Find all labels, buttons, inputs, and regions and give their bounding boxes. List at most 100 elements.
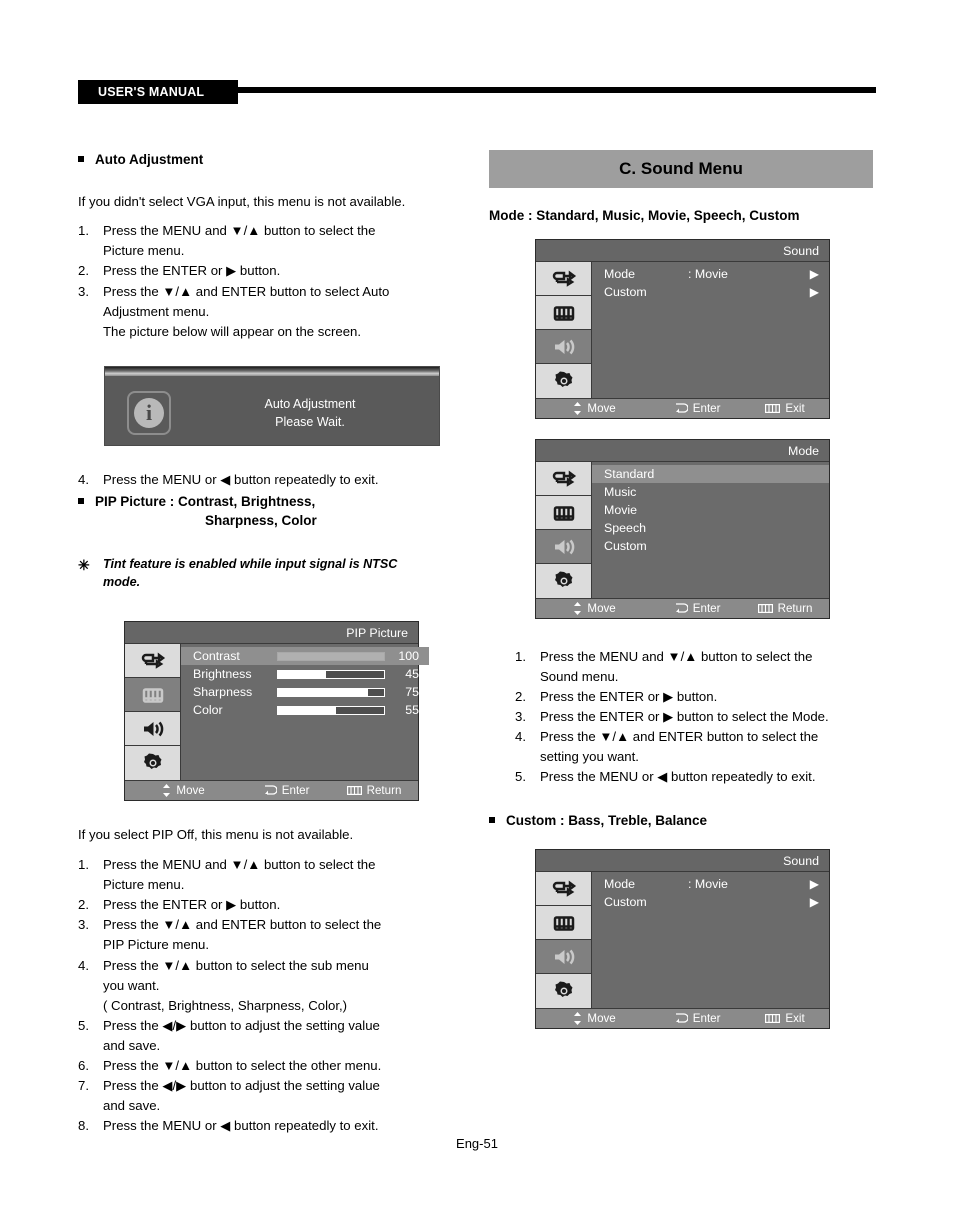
list-item[interactable]: Movie — [592, 501, 829, 519]
manual-tag: USER'S MANUAL — [78, 80, 238, 104]
step-text-cont: PIP Picture menu. — [103, 937, 210, 953]
table-row[interactable]: Color 55 — [181, 701, 429, 719]
slider[interactable] — [277, 669, 385, 679]
header-rule — [238, 87, 876, 93]
osd-enter-hint: Enter — [653, 1012, 741, 1025]
list-item: Sound menu. — [515, 667, 879, 687]
auto-adjustment-steps: 1. Press the MENU and ▼/▲ button to sele… — [78, 221, 476, 341]
setup-icon[interactable] — [125, 746, 180, 781]
osd-move-hint: Move — [536, 1012, 653, 1025]
step-number: 4. — [78, 957, 89, 973]
row-value: 55 — [405, 703, 419, 718]
table-row[interactable]: Custom ▶ — [592, 893, 829, 911]
step-text: Press the ENTER or ▶ button. — [103, 263, 281, 279]
osd-content: Contrast 100 Brightness 45 Sharpness 75 — [181, 644, 429, 780]
sound-icon[interactable] — [536, 530, 591, 564]
setup-icon[interactable] — [536, 564, 591, 598]
table-row[interactable]: Brightness 45 — [181, 665, 429, 683]
dialog-message-line2: Please Wait. — [275, 414, 345, 429]
list-item: ( Contrast, Brightness, Sharpness, Color… — [78, 996, 476, 1016]
picture-icon[interactable] — [536, 906, 591, 940]
updown-arrow-icon — [574, 402, 582, 415]
pip-picture-heading-line2: Sharpness, Color — [205, 513, 317, 529]
list-item: 1. Press the MENU and ▼/▲ button to sele… — [515, 647, 879, 667]
osd-footer: Move Enter Exit — [536, 1008, 829, 1028]
picture-icon[interactable] — [125, 678, 180, 713]
list-item: 3. Press the ▼/▲ and ENTER button to sel… — [78, 282, 476, 302]
step-text: Press the MENU and ▼/▲ button to select … — [103, 223, 376, 239]
info-icon-glyph: i — [134, 397, 164, 428]
step-number: 3. — [78, 917, 89, 933]
chevron-right-icon[interactable]: ▶ — [810, 286, 819, 298]
chevron-right-icon[interactable]: ▶ — [810, 268, 819, 280]
setup-icon[interactable] — [536, 974, 591, 1008]
step-number: 1. — [78, 223, 89, 239]
osd-row-list: Mode : Movie ▶ Custom ▶ — [592, 872, 829, 986]
list-item: Adjustment menu. — [78, 302, 476, 322]
list-item[interactable]: Custom — [592, 537, 829, 555]
list-item[interactable]: Music — [592, 483, 829, 501]
slider[interactable] — [277, 651, 385, 661]
picture-icon[interactable] — [536, 496, 591, 530]
step-text: Press the ▼/▲ and ENTER button to select… — [103, 917, 382, 933]
osd-title-bar: Sound — [536, 240, 829, 262]
step-text-cont: and save. — [103, 1097, 161, 1113]
pip-picture-osd[interactable]: PIP Picture Contrast 100 Brightness 45 S… — [124, 621, 429, 802]
mode-option-label: Standard — [604, 467, 655, 481]
list-item: 3. Press the ENTER or ▶ button to select… — [515, 707, 879, 727]
chevron-right-icon[interactable]: ▶ — [810, 896, 819, 908]
step-text: Press the ▼/▲ and ENTER button to select… — [540, 729, 819, 745]
source-icon[interactable] — [536, 262, 591, 296]
osd-move-hint: Move — [125, 784, 242, 798]
row-label: Brightness — [193, 667, 252, 682]
pip-off-intro: If you select PIP Off, this menu is not … — [78, 827, 354, 843]
slider[interactable] — [277, 705, 385, 715]
source-icon[interactable] — [536, 872, 591, 906]
sound-osd-bottom[interactable]: Sound Mode: Movie ▶ Custom ▶ Move Enter… — [535, 849, 830, 1029]
step-number: 1. — [78, 857, 89, 873]
list-item[interactable]: Standard — [592, 465, 829, 483]
setup-icon[interactable] — [536, 364, 591, 398]
osd-footer: Move Enter Exit — [536, 398, 829, 418]
list-item: 2. Press the ENTER or ▶ button. — [78, 261, 476, 281]
mode-list-line: Mode : Standard, Music, Movie, Speech, C… — [489, 208, 800, 223]
list-item: 5. Press the MENU or ◀ button repeatedly… — [515, 767, 879, 787]
osd-body: Mode : Movie ▶ Custom ▶ — [536, 262, 829, 398]
list-item: 4. Press the ▼/▲ and ENTER button to sel… — [515, 727, 879, 747]
custom-heading: Custom : Bass, Treble, Balance — [489, 811, 879, 831]
mode-osd[interactable]: Mode Standard Music Movie Speech Custom … — [535, 439, 830, 619]
step-number: 6. — [78, 1057, 89, 1073]
mode-option-label: Custom — [604, 539, 647, 553]
table-row[interactable]: Contrast 100 — [181, 647, 429, 666]
menu-icon — [765, 404, 781, 413]
step-number: 4. — [78, 471, 89, 487]
sound-icon[interactable] — [536, 940, 591, 974]
step-text-cont: ( Contrast, Brightness, Sharpness, Color… — [103, 997, 348, 1013]
step-text-cont: setting you want. — [540, 749, 639, 765]
osd-move-hint: Move — [536, 602, 653, 615]
osd-row-list: Contrast 100 Brightness 45 Sharpness 75 — [181, 644, 429, 758]
table-row[interactable]: Sharpness 75 — [181, 683, 429, 701]
enter-icon — [675, 1013, 688, 1023]
source-icon[interactable] — [125, 644, 180, 679]
osd-content: Mode : Movie ▶ Custom ▶ — [592, 262, 829, 398]
sound-osd-top[interactable]: Sound Mode: Movie ▶ Custom ▶ Move Enter… — [535, 239, 830, 419]
sound-icon[interactable] — [536, 330, 591, 364]
slider[interactable] — [277, 687, 385, 697]
picture-icon[interactable] — [536, 296, 591, 330]
osd-title: Sound — [783, 853, 819, 868]
table-row[interactable]: Custom ▶ — [592, 283, 829, 301]
pip-picture-heading-line1: PIP Picture : Contrast, Brightness, — [95, 493, 316, 509]
table-row[interactable]: Mode : Movie ▶ — [592, 875, 829, 893]
step-text-cont: Sound menu. — [540, 669, 619, 685]
sound-icon[interactable] — [125, 712, 180, 747]
source-icon[interactable] — [536, 462, 591, 496]
table-row[interactable]: Mode : Movie ▶ — [592, 265, 829, 283]
custom-heading-text: Custom : Bass, Treble, Balance — [506, 813, 708, 829]
updown-arrow-icon — [574, 1012, 582, 1025]
step-text: Press the ▼/▲ button to select the other… — [103, 1057, 382, 1073]
chevron-right-icon[interactable]: ▶ — [810, 878, 819, 890]
osd-title: Sound — [783, 243, 819, 258]
osd-return-hint: Return — [330, 784, 418, 797]
list-item[interactable]: Speech — [592, 519, 829, 537]
